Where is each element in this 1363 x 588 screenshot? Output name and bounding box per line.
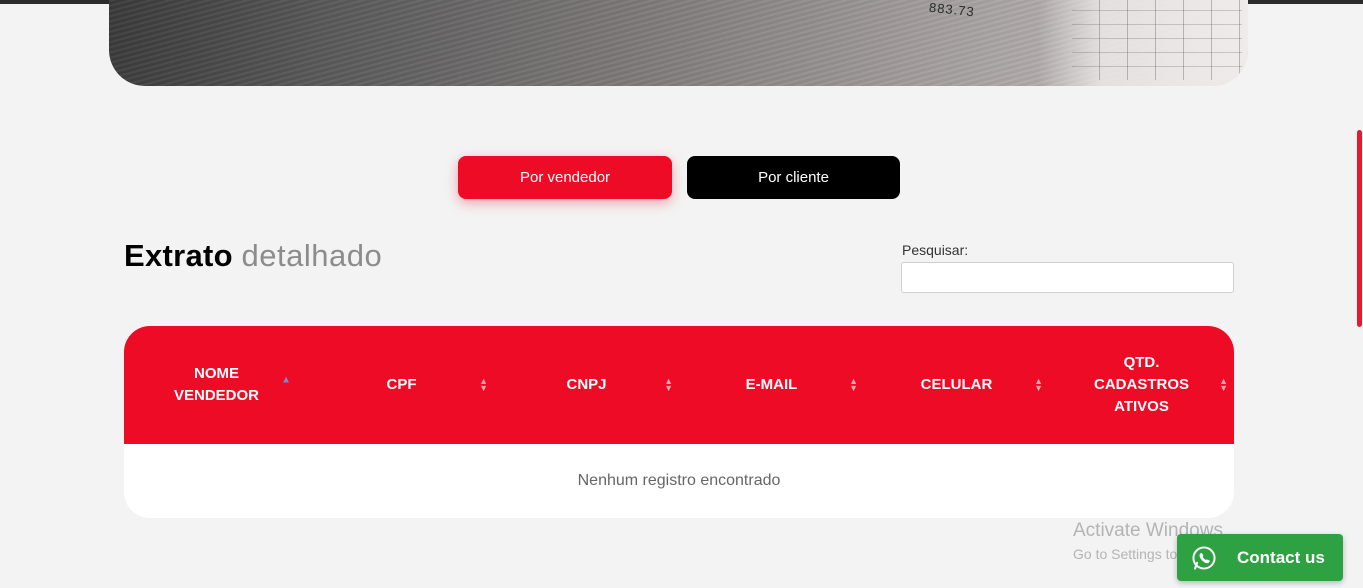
table-header: NOME VENDEDOR ▲ CPF ▲ ▼ CNPJ ▲ ▼ E-MAIL ▲ ▼… xyxy=(124,326,1234,444)
column-header-nome-vendedor[interactable]: NOME VENDEDOR ▲ xyxy=(124,326,309,444)
extrato-table: NOME VENDEDOR ▲ CPF ▲ ▼ CNPJ ▲ ▼ E-MAIL ▲ ▼… xyxy=(124,326,1234,518)
hero-ledger-grid xyxy=(1072,0,1242,80)
column-header-label: CPF xyxy=(386,376,417,393)
whatsapp-icon xyxy=(1192,545,1216,570)
contact-us-label: Contact us xyxy=(1237,547,1325,567)
scrollbar-thumb[interactable] xyxy=(1357,130,1362,327)
por-cliente-button[interactable]: Por cliente xyxy=(687,156,900,199)
contact-us-button[interactable]: Contact us xyxy=(1177,534,1343,581)
column-header-label: E-MAIL xyxy=(745,376,798,393)
sort-icon: ▲ ▼ xyxy=(1034,376,1043,393)
column-header-label: CNPJ xyxy=(566,376,607,393)
column-header-label: NOME VENDEDOR xyxy=(173,365,259,404)
column-header-label: QTD. CADASTROS ATIVOS xyxy=(1093,354,1189,415)
column-header-cnpj[interactable]: CNPJ ▲ ▼ xyxy=(494,326,679,444)
column-header-label: CELULAR xyxy=(920,376,993,393)
search-label: Pesquisar: xyxy=(902,242,969,258)
page-title: Extrato detalhado xyxy=(124,238,382,274)
column-header-cpf[interactable]: CPF ▲ ▼ xyxy=(309,326,494,444)
empty-table-message: Nenhum registro encontrado xyxy=(577,472,781,489)
sort-ascending-icon: ▲ xyxy=(281,374,291,386)
search-input[interactable] xyxy=(901,262,1234,293)
column-header-email[interactable]: E-MAIL ▲ ▼ xyxy=(679,326,864,444)
title-bold: Extrato xyxy=(124,238,233,273)
por-vendedor-button[interactable]: Por vendedor xyxy=(458,156,672,199)
sort-icon: ▲ ▼ xyxy=(849,376,858,393)
hero-banner: 883.73 xyxy=(109,0,1248,86)
sort-icon: ▲ ▼ xyxy=(664,376,673,393)
sort-icon: ▲ ▼ xyxy=(479,376,488,393)
title-light: detalhado xyxy=(241,238,383,273)
sort-icon: ▲ ▼ xyxy=(1219,376,1228,393)
column-header-celular[interactable]: CELULAR ▲ ▼ xyxy=(864,326,1049,444)
column-header-qtd-cadastros[interactable]: QTD. CADASTROS ATIVOS ▲ ▼ xyxy=(1049,326,1234,444)
